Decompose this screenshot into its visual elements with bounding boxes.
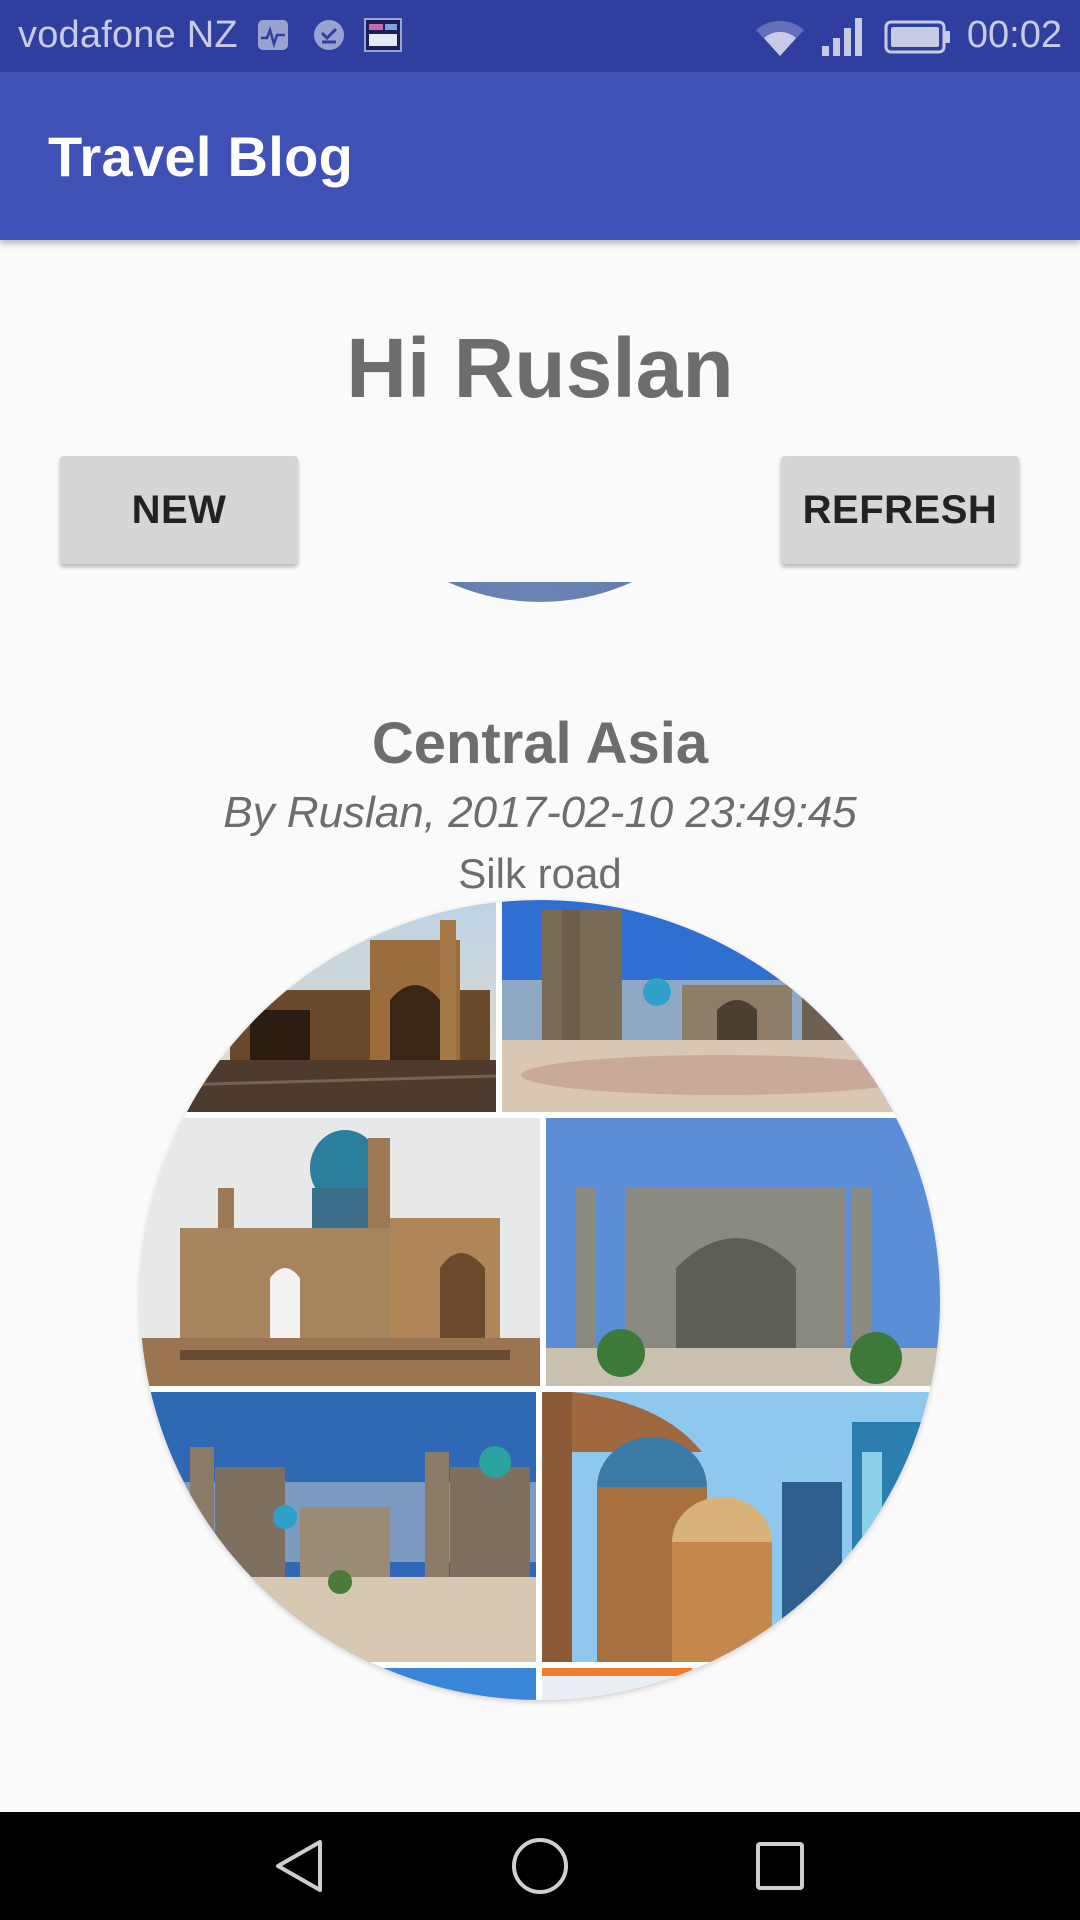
- signal-icon: [822, 16, 866, 66]
- collage-photo-4: [546, 1118, 940, 1386]
- app-title: Travel Blog: [48, 125, 354, 188]
- collage-photo-5: [140, 1392, 536, 1662]
- collage-photo-7: [140, 1668, 536, 1700]
- back-icon[interactable]: [268, 1834, 332, 1898]
- wifi-icon: [752, 16, 808, 68]
- collage-photo-8: [542, 1668, 940, 1700]
- post-image-collage[interactable]: [140, 900, 940, 1700]
- new-button[interactable]: NEW: [60, 456, 298, 564]
- check-notification-icon: [312, 18, 346, 52]
- app-bar: Travel Blog: [0, 72, 1080, 240]
- post-title: Central Asia: [371, 711, 709, 776]
- post-meta: By Ruslan, 2017-02-10 23:49:45: [223, 788, 857, 837]
- collage-photo-6: [542, 1392, 940, 1662]
- collage-photo-3: [140, 1118, 540, 1386]
- clock: 00:02: [966, 14, 1062, 56]
- image-notification-icon: [364, 18, 402, 52]
- carrier-label: vodafone NZ: [18, 14, 238, 56]
- previous-post-image[interactable]: [398, 582, 682, 602]
- battery-icon: [884, 20, 952, 64]
- screen: vodafone NZ 00:02 Travel Blog Hi Ruslan …: [0, 0, 1080, 1920]
- status-bar: vodafone NZ 00:02: [0, 0, 1080, 72]
- post-body: Silk road: [458, 850, 622, 897]
- health-notification-icon: [256, 18, 290, 52]
- collage-photo-1: [140, 900, 496, 1112]
- collage-photo-2: [502, 900, 940, 1112]
- greeting-heading: Hi Ruslan: [346, 321, 734, 415]
- navigation-bar: [0, 1812, 1080, 1920]
- recents-icon[interactable]: [748, 1834, 812, 1898]
- refresh-button[interactable]: REFRESH: [781, 456, 1019, 564]
- home-icon[interactable]: [508, 1834, 572, 1898]
